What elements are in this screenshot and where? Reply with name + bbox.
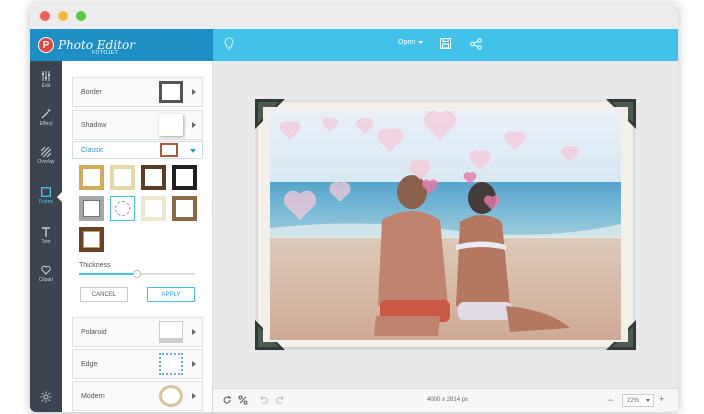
compare-icon[interactable] [238, 395, 248, 405]
chevron-down-icon [190, 149, 196, 153]
save-icon[interactable] [440, 38, 451, 49]
maximize-window-button[interactable] [76, 11, 86, 21]
heart-icon [41, 265, 51, 275]
frame-option[interactable] [141, 165, 166, 190]
framed-photo[interactable] [255, 99, 636, 350]
thickness-slider-handle[interactable] [133, 270, 141, 278]
image-dimensions: 4000 x 2814 px [427, 397, 469, 403]
share-icon[interactable] [470, 38, 482, 50]
frame-icon [41, 187, 51, 197]
thickness-label: Thickness [79, 262, 111, 269]
chevron-down-icon [418, 40, 424, 44]
shadow-option[interactable]: Shadow [72, 110, 203, 140]
nav-label: Text [41, 239, 51, 245]
border-label: Border [81, 88, 103, 96]
thickness-slider[interactable] [79, 270, 195, 278]
classic-thumbnail [160, 143, 178, 157]
modern-thumbnail [159, 385, 183, 407]
gear-icon[interactable] [40, 391, 52, 403]
zoom-value: 22% [627, 397, 640, 404]
rotate-icon[interactable] [222, 395, 232, 405]
logo-badge-icon: P [38, 37, 54, 53]
zoom-out-button[interactable]: − [608, 396, 613, 405]
shadow-thumbnail [159, 114, 183, 136]
stripes-icon [41, 147, 51, 157]
photo-image [270, 110, 621, 340]
app-sub: FOTOJET [92, 50, 119, 56]
frame-option[interactable] [172, 196, 197, 221]
border-thumbnail [159, 81, 183, 103]
polaroid-option[interactable]: Polaroid [72, 317, 203, 347]
chevron-right-icon [192, 361, 196, 367]
polaroid-label: Polaroid [81, 328, 107, 336]
close-window-button[interactable] [40, 11, 50, 21]
shadow-label: Shadow [81, 121, 107, 129]
top-toolbar: P Photo Editor FOTOJET Open [30, 29, 678, 61]
photo-corner-icon [606, 99, 636, 129]
nav-label: Edit [41, 83, 51, 89]
photo-corner-icon [255, 320, 285, 350]
frame-option[interactable] [110, 196, 135, 221]
edge-thumbnail [159, 353, 183, 375]
edge-label: Edge [81, 360, 98, 368]
thickness-slider-fill [79, 273, 137, 275]
chevron-right-icon [192, 393, 196, 399]
apply-button[interactable]: APPLY [147, 287, 195, 302]
app-window: P Photo Editor FOTOJET Open Edit Effect … [30, 2, 678, 412]
modern-option[interactable]: Modern [72, 381, 203, 411]
zoom-select[interactable]: 22% [622, 394, 654, 407]
nav-item-effect[interactable]: Effect [30, 103, 62, 133]
border-option[interactable]: Border [72, 77, 203, 107]
beach-couple-photo [270, 110, 621, 340]
nav-label: Effect [39, 121, 53, 127]
nav-item-overlay[interactable]: Overlay [30, 141, 62, 171]
chevron-down-icon [646, 399, 650, 402]
app-logo: P Photo Editor FOTOJET [30, 29, 213, 61]
minimize-window-button[interactable] [58, 11, 68, 21]
open-button[interactable]: Open [398, 39, 424, 46]
left-nav: Edit Effect Overlay Frame Text Clipart [30, 61, 63, 412]
polaroid-thumbnail [159, 321, 183, 343]
zoom-in-button[interactable]: + [659, 395, 664, 404]
lightbulb-icon[interactable] [223, 37, 235, 52]
frame-option[interactable] [79, 196, 104, 221]
editing-canvas [213, 61, 678, 388]
nav-label: Overlay [37, 159, 55, 165]
classic-dropdown[interactable]: Classic [72, 141, 203, 159]
chevron-right-icon [192, 89, 196, 95]
nav-item-text[interactable]: Text [30, 221, 62, 251]
text-icon [42, 227, 50, 237]
redo-icon[interactable] [276, 395, 286, 405]
sliders-icon [42, 71, 50, 81]
status-bar: 4000 x 2814 px − 22% + [213, 388, 678, 412]
frame-option[interactable] [141, 196, 166, 221]
nav-label: Frame [38, 199, 54, 205]
frame-panel: Border Shadow Classic Thickness 50 [62, 61, 213, 412]
title-bar [30, 2, 678, 29]
frame-option[interactable] [79, 227, 104, 252]
photo-corner-icon [606, 320, 636, 350]
nav-item-edit[interactable]: Edit [30, 65, 62, 95]
undo-icon[interactable] [258, 395, 268, 405]
nav-label: Clipart [38, 277, 54, 283]
chevron-right-icon [192, 329, 196, 335]
classic-label: Classic [81, 146, 104, 154]
magic-wand-icon [41, 109, 51, 119]
chevron-right-icon [192, 122, 196, 128]
frame-option[interactable] [110, 165, 135, 190]
open-label: Open [398, 39, 416, 46]
edge-option[interactable]: Edge [72, 349, 203, 379]
photo-corner-icon [255, 99, 285, 129]
cancel-button[interactable]: CANCEL [80, 287, 128, 302]
frame-option[interactable] [79, 165, 104, 190]
frame-option[interactable] [172, 165, 197, 190]
nav-item-clipart[interactable]: Clipart [30, 259, 62, 289]
modern-label: Modern [81, 392, 105, 400]
